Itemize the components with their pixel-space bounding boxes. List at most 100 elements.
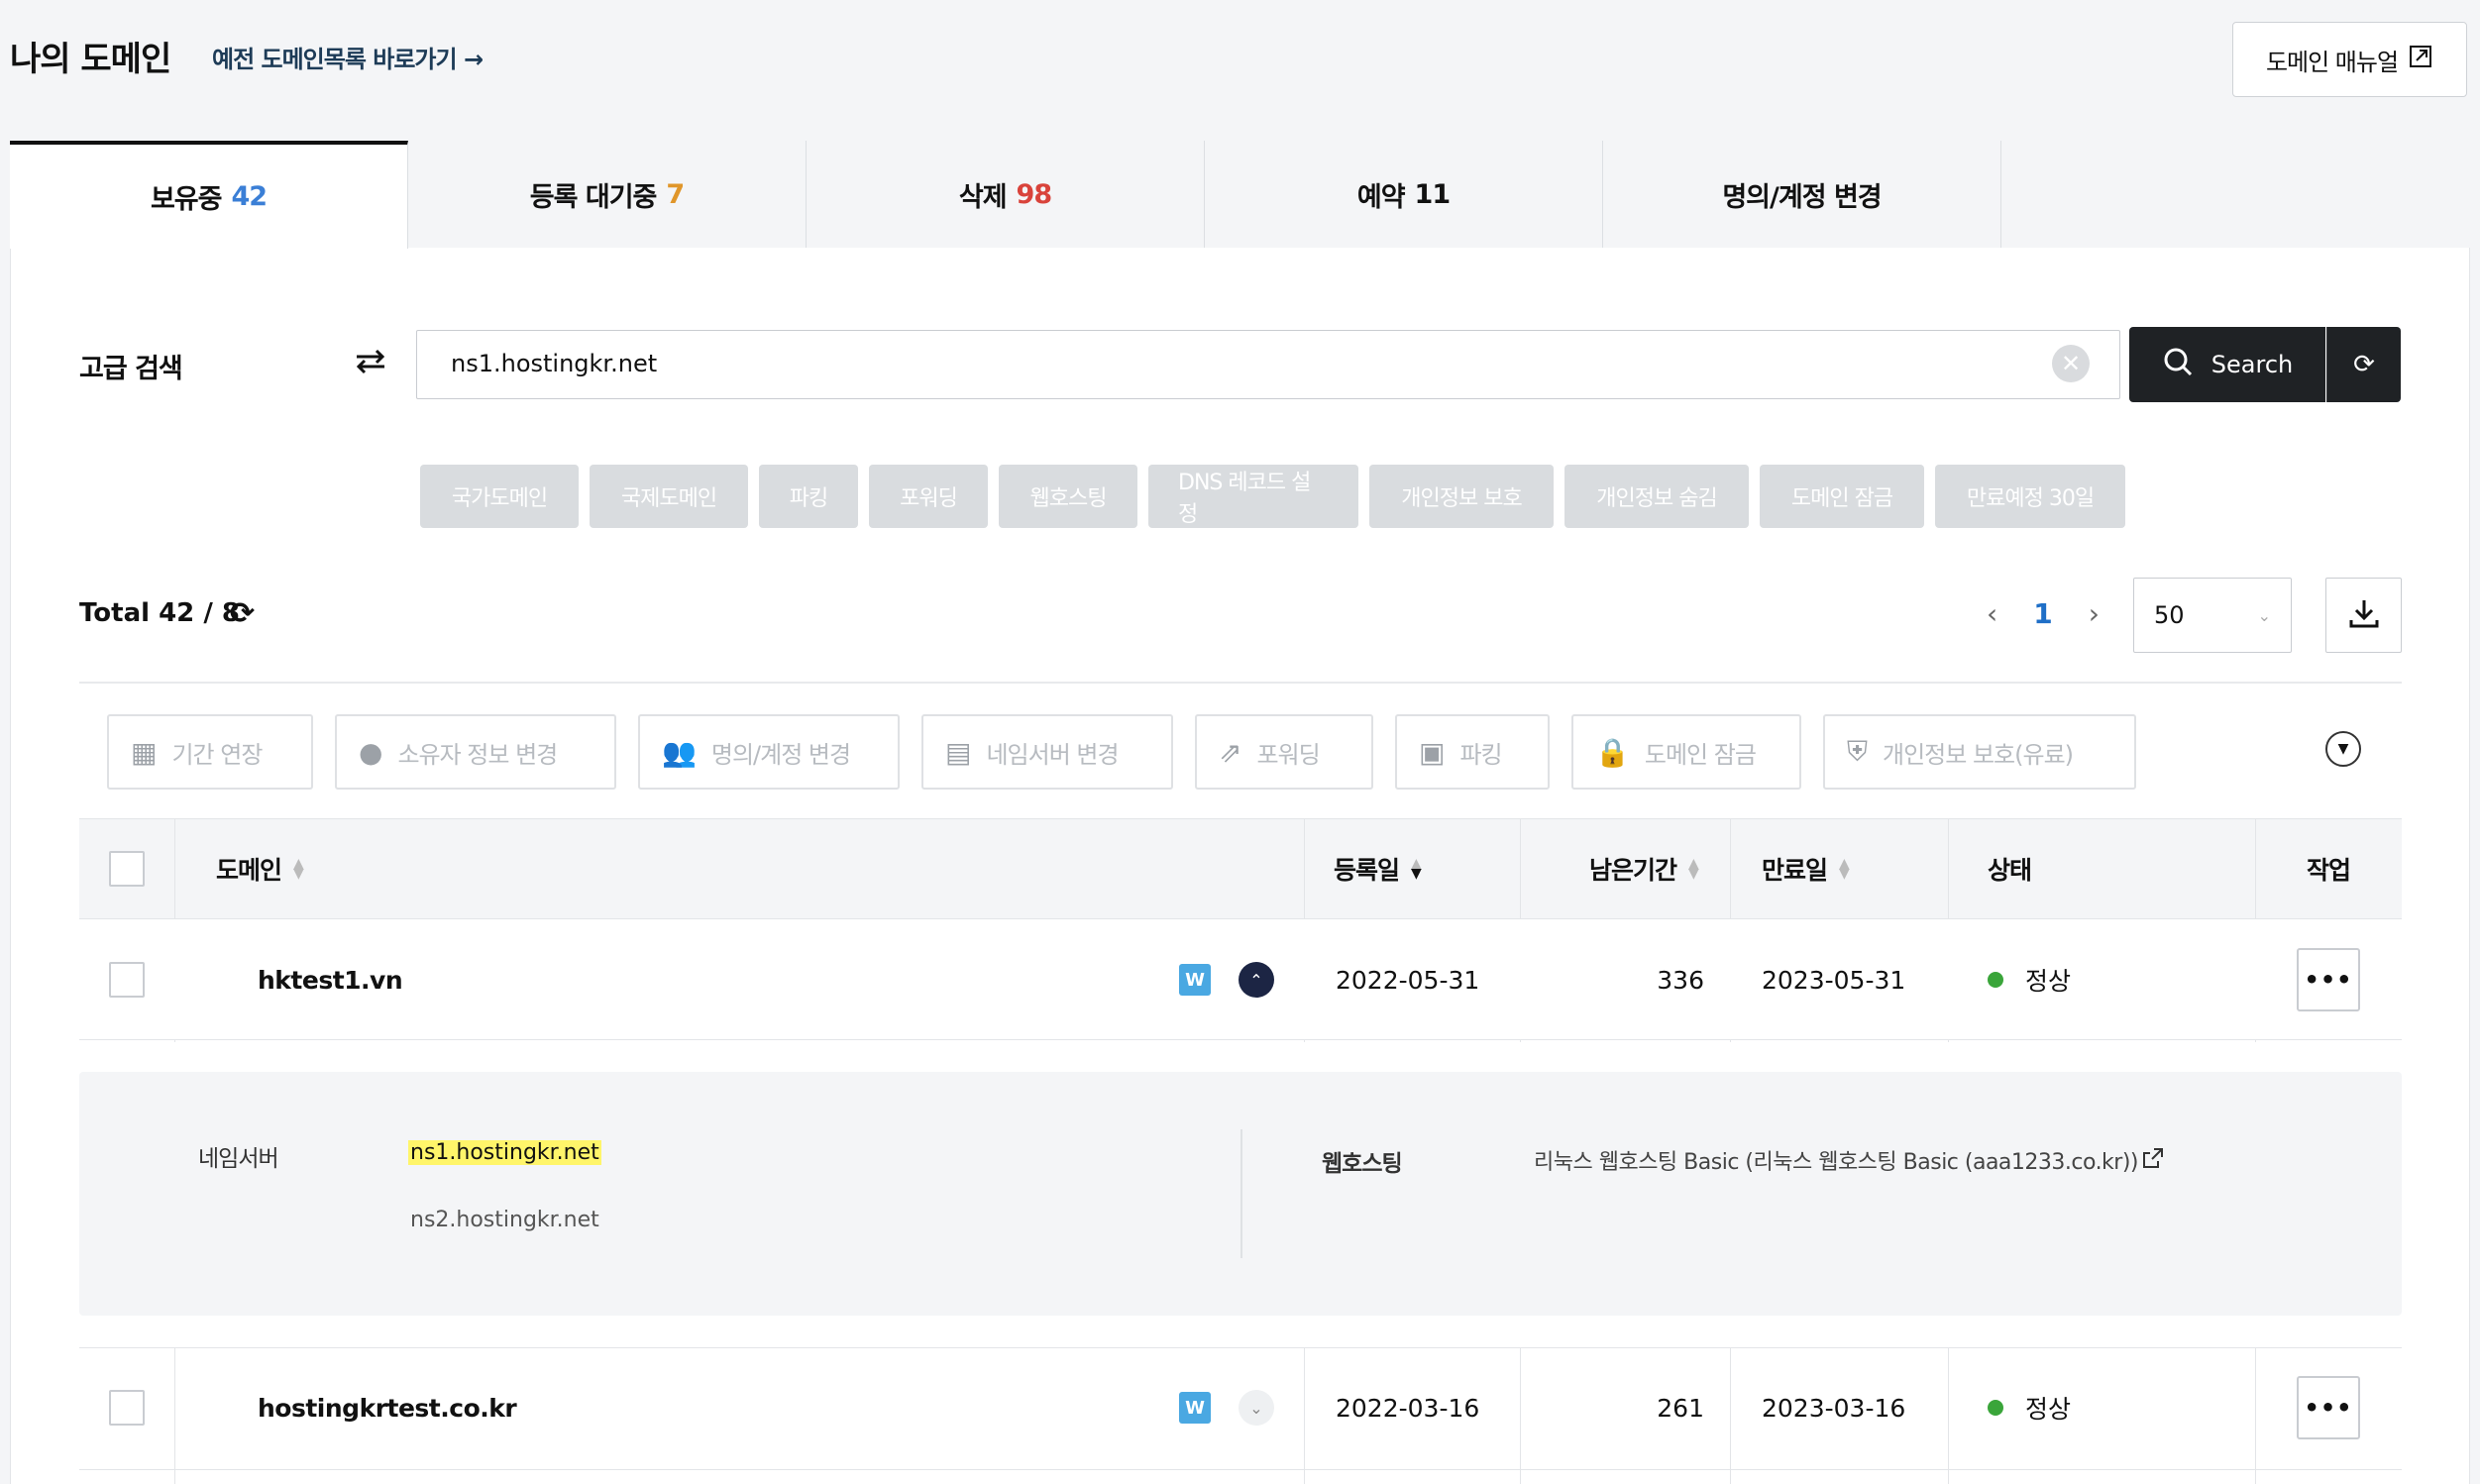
column-divider [1730, 1347, 1731, 1484]
tab-spacer [2001, 141, 2470, 248]
filter-chips: 국가도메인 국제도메인 파킹 포워딩 웹호스팅 DNS 레코드 설정 개인정보 … [420, 465, 2125, 528]
registered-date: 2022-05-31 [1336, 965, 1480, 995]
search-field[interactable] [416, 330, 2120, 399]
column-divider [174, 1347, 175, 1484]
divider [79, 682, 2402, 684]
refresh-list-icon[interactable]: ⟳ [230, 596, 255, 631]
page-size-select[interactable]: 50 ⌄ [2133, 578, 2292, 653]
filter-chip[interactable]: 국제도메인 [590, 465, 748, 528]
domain-lock-button[interactable]: 🔒 도메인 잠금 [1571, 714, 1801, 790]
select-all-cell [109, 818, 145, 919]
nameserver-2: ns2.hostingkr.net [410, 1208, 599, 1232]
header-domain[interactable]: 도메인 ▲ ▼ [216, 818, 304, 919]
tab-count: 98 [1016, 178, 1053, 210]
manual-button-label: 도메인 매뉴얼 [2265, 48, 2399, 76]
privacy-protection-button[interactable]: ⛨ 개인정보 보호(유료) [1823, 714, 2136, 790]
header-label: 상태 [1988, 856, 2032, 885]
extend-period-button[interactable]: ▦ 기간 연장 [107, 714, 313, 790]
column-divider [2255, 1347, 2256, 1484]
header-label: 남은기간 [1589, 856, 1677, 885]
external-link-icon[interactable] [2140, 1145, 2166, 1175]
hosting-value[interactable]: 리눅스 웹호스팅 Basic (리눅스 웹호스팅 Basic (aaa1233.… [1534, 1144, 2139, 1176]
total-count: Total 42 / 8 [79, 598, 240, 628]
status-label: 정상 [2025, 1395, 2072, 1424]
search-input[interactable] [417, 331, 2002, 396]
tab-deleted[interactable]: 삭제 98 [807, 141, 1205, 248]
registered-date: 2022-03-16 [1336, 1393, 1480, 1423]
header-expires[interactable]: 만료일 ▲ ▼ [1762, 818, 1850, 919]
header-remaining[interactable]: 남은기간 ▲ ▼ [1589, 818, 1699, 919]
row-select-cell [109, 1347, 145, 1468]
nameserver-1: ns1.hostingkr.net [408, 1140, 601, 1165]
status-dot [1988, 1400, 2003, 1416]
remaining-days: 261 [1657, 1393, 1704, 1423]
filter-chip[interactable]: 웹호스팅 [999, 465, 1137, 528]
pagination: ‹ 1 › [1987, 597, 2100, 630]
column-divider [1304, 1347, 1305, 1484]
advanced-search-label: 고급 검색 [79, 354, 183, 384]
header-label: 작업 [2307, 856, 2351, 885]
expand-cell: ⌃ [1239, 919, 1274, 1040]
filter-chip[interactable]: 만료예정 30일 [1935, 465, 2125, 528]
reset-search-button[interactable]: ⟳ [2326, 327, 2401, 402]
search-button[interactable]: Search [2129, 327, 2325, 402]
header-registered[interactable]: 등록일 ▲ ▼ [1334, 818, 1422, 919]
hosting-label: 웹호스팅 [1322, 1151, 1403, 1177]
filter-chip[interactable]: 파킹 [759, 465, 858, 528]
page-title: 나의 도메인 [10, 40, 171, 79]
filter-chip[interactable]: 개인정보 숨김 [1564, 465, 1749, 528]
filter-chip[interactable]: DNS 레코드 설정 [1148, 465, 1358, 528]
tab-reserved[interactable]: 예약 11 [1205, 141, 1603, 248]
expand-actions-icon[interactable]: ▼ [2325, 731, 2361, 767]
action-label: 개인정보 보호(유료) [1883, 740, 2074, 769]
domain-name[interactable]: hostingkrtest.co.kr [258, 1347, 517, 1468]
old-domain-list-link[interactable]: 예전 도메인목록 바로가기 → [212, 40, 484, 74]
expand-cell: ⌄ [1239, 1347, 1274, 1468]
prev-page-icon[interactable]: ‹ [1987, 597, 1997, 630]
chevron-up-icon[interactable]: ⌃ [1239, 962, 1274, 998]
tab-pending[interactable]: 등록 대기중 7 [408, 141, 807, 248]
row-checkbox[interactable] [109, 1390, 145, 1426]
forward-icon: ⇗ [1219, 735, 1241, 769]
filter-chip[interactable]: 포워딩 [869, 465, 988, 528]
swap-icon[interactable] [353, 347, 388, 384]
current-page[interactable]: 1 [2033, 597, 2052, 630]
domain-manual-button[interactable]: 도메인 매뉴얼 [2232, 22, 2467, 97]
column-divider [1948, 1347, 1949, 1484]
domain-name[interactable]: hktest1.vn [258, 919, 403, 1040]
header-status: 상태 [1988, 818, 2032, 919]
shield-icon: ⛨ [1847, 735, 1868, 768]
status-dot [1988, 972, 2003, 988]
user-icon: ● [359, 735, 382, 769]
status-tabs: 보유중 42 등록 대기중 7 삭제 98 예약 11 명의/계정 변경 [10, 141, 2470, 249]
filter-chip[interactable]: 도메인 잠금 [1760, 465, 1924, 528]
next-page-icon[interactable]: › [2089, 597, 2100, 630]
more-options-button[interactable]: ••• [2297, 948, 2360, 1011]
nameserver-change-button[interactable]: ▤ 네임서버 변경 [921, 714, 1173, 790]
filter-chip[interactable]: 개인정보 보호 [1369, 465, 1554, 528]
action-label: 소유자 정보 변경 [397, 740, 558, 769]
clear-search-icon[interactable]: ✕ [2052, 345, 2090, 382]
expiry-date: 2023-05-31 [1762, 965, 1906, 995]
server-icon: ▤ [945, 735, 971, 769]
action-label: 도메인 잠금 [1644, 740, 1757, 769]
tab-owned[interactable]: 보유중 42 [10, 141, 408, 249]
more-options-button[interactable]: ••• [2297, 1376, 2360, 1439]
users-icon: 👥 [662, 735, 697, 769]
remaining-days: 336 [1657, 965, 1704, 995]
tab-label: 보유중 [150, 184, 223, 215]
row-checkbox[interactable] [109, 962, 145, 998]
calendar-icon: ▦ [131, 735, 157, 769]
owner-info-button[interactable]: ● 소유자 정보 변경 [335, 714, 616, 790]
filter-chip[interactable]: 국가도메인 [420, 465, 579, 528]
account-change-button[interactable]: 👥 명의/계정 변경 [638, 714, 900, 790]
select-all-checkbox[interactable] [109, 851, 145, 887]
tab-label: 삭제 [958, 181, 1008, 213]
chevron-down-icon: ⌄ [2257, 605, 2271, 625]
page-size-value: 50 [2154, 601, 2185, 629]
tab-owner-change[interactable]: 명의/계정 변경 [1603, 141, 2001, 248]
chevron-down-icon[interactable]: ⌄ [1239, 1390, 1274, 1426]
forwarding-button[interactable]: ⇗ 포워딩 [1195, 714, 1373, 790]
download-button[interactable] [2325, 578, 2402, 653]
parking-button[interactable]: ▣ 파킹 [1395, 714, 1550, 790]
